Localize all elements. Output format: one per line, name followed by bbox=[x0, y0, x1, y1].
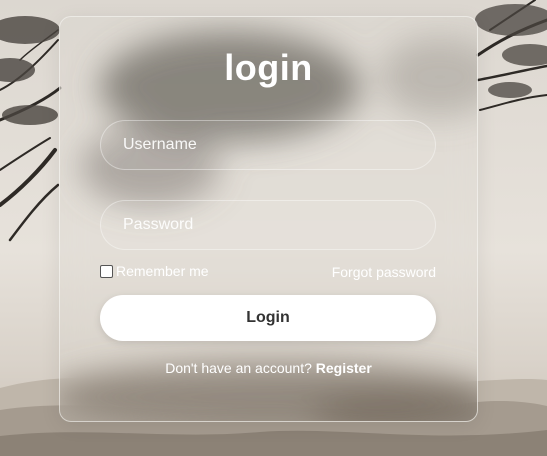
login-button[interactable]: Login bbox=[100, 295, 436, 341]
login-card: login Remember me Forgot password Login … bbox=[59, 16, 478, 422]
username-field[interactable] bbox=[100, 120, 436, 170]
remember-me-checkbox[interactable] bbox=[100, 264, 113, 278]
username-input[interactable] bbox=[101, 121, 435, 169]
forgot-password-link[interactable]: Forgot password bbox=[332, 264, 436, 280]
password-input[interactable] bbox=[101, 201, 435, 249]
register-link[interactable]: Register bbox=[316, 360, 372, 376]
remember-me-toggle[interactable]: Remember me bbox=[100, 263, 209, 279]
register-prompt-text: Don't have an account? bbox=[165, 360, 312, 376]
register-prompt: Don't have an account? Register bbox=[60, 360, 477, 376]
login-options-row: Remember me Forgot password bbox=[100, 263, 436, 281]
remember-me-label: Remember me bbox=[116, 263, 209, 279]
login-title: login bbox=[224, 47, 313, 88]
password-field[interactable] bbox=[100, 200, 436, 250]
